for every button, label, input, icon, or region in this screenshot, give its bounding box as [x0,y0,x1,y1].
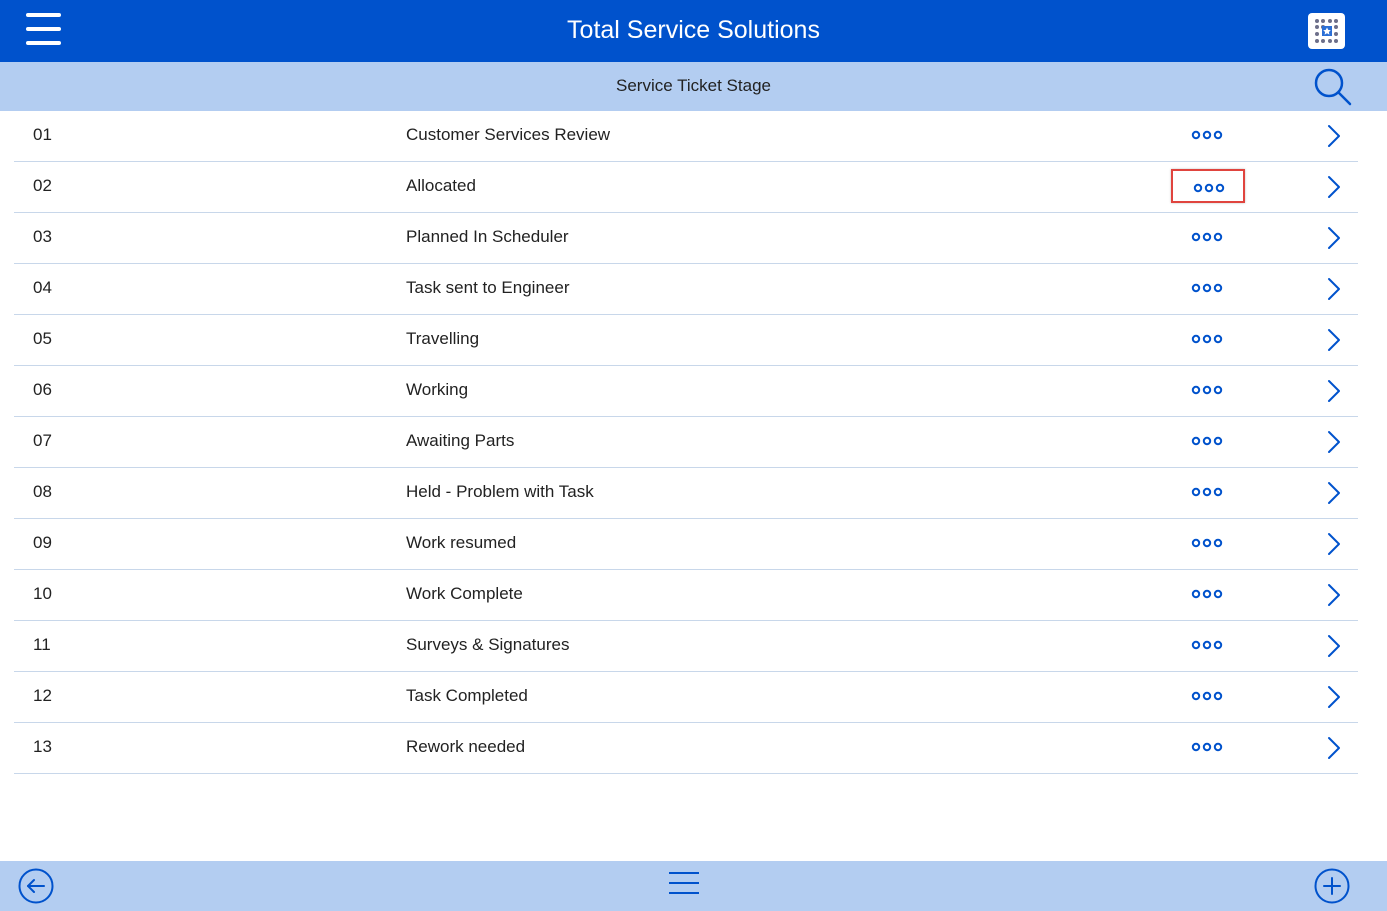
stage-row[interactable]: 02 Allocated [14,162,1358,213]
chevron-right-icon[interactable] [1320,582,1346,608]
more-options-icon[interactable] [1171,424,1245,458]
stage-row[interactable]: 01 Customer Services Review [14,111,1358,162]
stage-label: Customer Services Review [406,125,611,144]
add-icon[interactable] [1313,867,1351,905]
chevron-right-icon[interactable] [1320,327,1346,353]
back-arrow-icon[interactable] [17,867,55,905]
stage-number: 04 [33,278,52,297]
stage-row[interactable]: 09 Work resumed [14,519,1358,570]
stage-row[interactable]: 13 Rework needed [14,723,1358,774]
stage-row[interactable]: 07 Awaiting Parts [14,417,1358,468]
stage-label: Task Completed [406,686,528,705]
stage-number: 06 [33,380,52,399]
chevron-right-icon[interactable] [1320,684,1346,710]
stage-row[interactable]: 08 Held - Problem with Task [14,468,1358,519]
stage-row[interactable]: 12 Task Completed [14,672,1358,723]
chevron-right-icon[interactable] [1320,633,1346,659]
stage-row[interactable]: 10 Work Complete [14,570,1358,621]
stage-number: 09 [33,533,52,552]
stage-label: Working [406,380,469,399]
chevron-right-icon[interactable] [1320,480,1346,506]
stage-label: Surveys & Signatures [406,635,570,654]
stage-label: Awaiting Parts [406,431,515,450]
stage-row[interactable]: 04 Task sent to Engineer [14,264,1358,315]
stage-number: 12 [33,686,52,705]
more-options-icon[interactable] [1171,271,1245,305]
stage-label: Planned In Scheduler [406,227,569,246]
stage-row[interactable]: 03 Planned In Scheduler [14,213,1358,264]
chevron-right-icon[interactable] [1320,735,1346,761]
sub-header-bar: Service Ticket Stage [0,62,1387,111]
chevron-right-icon[interactable] [1320,429,1346,455]
top-app-bar: Total Service Solutions [0,0,1387,62]
stage-label: Held - Problem with Task [406,482,594,501]
chevron-right-icon[interactable] [1320,123,1346,149]
page-title: Service Ticket Stage [616,76,771,95]
stage-label: Task sent to Engineer [406,278,570,297]
search-icon[interactable] [1313,67,1353,107]
list-menu-icon[interactable] [667,870,701,902]
chevron-right-icon[interactable] [1320,531,1346,557]
stage-list: 01 Customer Services Review 02 Allocated 03 P… [14,111,1358,774]
more-options-icon[interactable] [1171,577,1245,611]
more-options-icon[interactable] [1171,373,1245,407]
more-options-icon[interactable] [1171,679,1245,713]
stage-label: Work resumed [406,533,517,552]
stage-row[interactable]: 11 Surveys & Signatures [14,621,1358,672]
stage-number: 01 [33,125,52,144]
more-options-icon[interactable] [1171,322,1245,356]
hamburger-menu-icon[interactable] [26,13,62,47]
more-options-icon[interactable] [1171,475,1245,509]
chevron-right-icon[interactable] [1320,378,1346,404]
chevron-right-icon[interactable] [1320,276,1346,302]
stage-number: 02 [33,176,52,195]
stage-number: 11 [33,635,51,654]
stage-number: 08 [33,482,52,501]
app-title: Total Service Solutions [567,16,820,44]
more-options-icon[interactable] [1171,220,1245,254]
stage-row[interactable]: 06 Working [14,366,1358,417]
stage-number: 13 [33,737,52,756]
chevron-right-icon[interactable] [1320,174,1346,200]
stage-label: Travelling [406,329,480,348]
more-options-icon[interactable] [1171,118,1245,152]
more-options-icon[interactable] [1171,169,1245,203]
stage-row[interactable]: 05 Travelling [14,315,1358,366]
chevron-right-icon[interactable] [1320,225,1346,251]
stage-label: Rework needed [406,737,526,756]
stage-label: Work Complete [406,584,523,603]
more-options-icon[interactable] [1171,730,1245,764]
stage-label: Allocated [406,176,476,195]
bottom-toolbar [0,861,1387,911]
app-logo-icon[interactable] [1308,13,1345,49]
stage-number: 10 [33,584,52,603]
stage-number: 05 [33,329,52,348]
stage-number: 07 [33,431,52,450]
more-options-icon[interactable] [1171,526,1245,560]
stage-number: 03 [33,227,52,246]
more-options-icon[interactable] [1171,628,1245,662]
